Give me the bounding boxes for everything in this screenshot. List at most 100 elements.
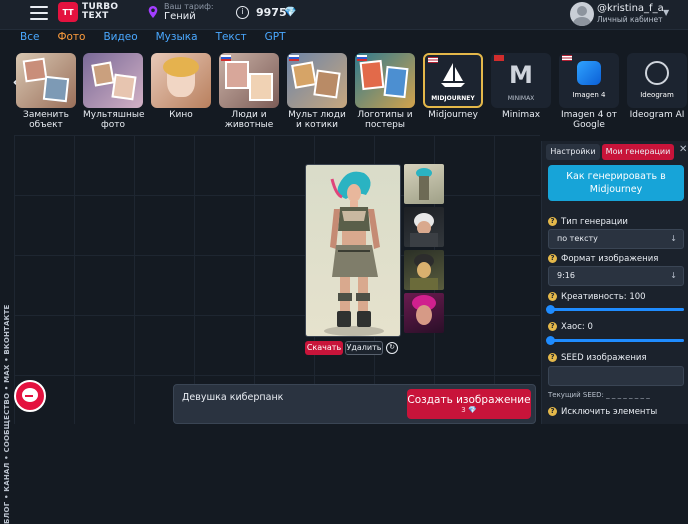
thumbnail (219, 53, 279, 108)
generated-image-main[interactable] (305, 164, 401, 337)
carousel-label: Люди и животные (224, 110, 274, 130)
chaos-label: ? Хаос: 0 (548, 322, 593, 332)
location-pin-icon (148, 6, 158, 18)
username[interactable]: @kristina_f_a (597, 3, 664, 14)
delete-button[interactable]: Удалить (345, 341, 383, 355)
help-icon[interactable]: ? (548, 217, 557, 226)
carousel-label: Мультяшные фото (83, 110, 145, 130)
tab-video[interactable]: Видео (103, 31, 137, 45)
plan-value[interactable]: Гений (164, 11, 196, 22)
thumb-text: MINIMAX (507, 95, 535, 102)
thumbnail (287, 53, 347, 108)
gen-type-select[interactable]: по тексту ↓ (548, 229, 684, 249)
tab-all[interactable]: Все (20, 31, 39, 45)
thumb-text: Ideogram (640, 91, 674, 99)
carousel-label: Заменить объект (23, 110, 69, 130)
help-icon[interactable]: ? (548, 292, 557, 301)
info-icon[interactable]: i (236, 6, 249, 19)
imagen-logo-icon (577, 61, 601, 85)
seed-input[interactable] (548, 366, 684, 386)
carousel-item-cinema[interactable]: Кино (151, 53, 211, 120)
carousel-label: Minimax (501, 110, 541, 120)
carousel-label: Кино (169, 110, 193, 120)
format-select[interactable]: 9:16 ↓ (548, 266, 684, 286)
side-links: БЛОГ • КАНАЛ • СООБЩЕСТВО • MAX • ВКОНТА… (0, 135, 14, 524)
thumbnail: Ideogram (627, 53, 687, 108)
diamond-icon: 💎 (284, 7, 297, 18)
how-to-generate-button[interactable]: Как генерировать в Midjourney (548, 165, 684, 201)
create-image-label: Создать изображение (407, 394, 531, 406)
seed-label: ? SEED изображения (548, 353, 647, 363)
thumb-text: MIDJOURNEY (431, 95, 475, 102)
thumbnail-1[interactable] (404, 164, 444, 204)
download-button[interactable]: Скачать (305, 341, 343, 355)
format-label: ? Формат изображения (548, 254, 658, 264)
vertical-links[interactable]: БЛОГ • КАНАЛ • СООБЩЕСТВО • MAX • ВКОНТА… (3, 274, 11, 524)
thumbnail (16, 53, 76, 108)
thumbnail-2[interactable] (404, 207, 444, 247)
help-icon[interactable]: ? (548, 322, 557, 331)
chat-icon[interactable] (14, 380, 46, 412)
thumbnail-4[interactable] (404, 293, 444, 333)
tab-my-generations[interactable]: Мои генерации (602, 144, 674, 160)
thumbnail (83, 53, 143, 108)
thumbnail (151, 53, 211, 108)
carousel-label: Imagen 4 от Google (560, 110, 618, 130)
carousel-item-imagen[interactable]: Imagen 4 Imagen 4 от Google (559, 53, 619, 130)
arrow-down-icon: ↓ (670, 234, 677, 243)
thumbnail: M MINIMAX (491, 53, 551, 108)
carousel-item-logos[interactable]: Логотипы и постеры (355, 53, 415, 130)
chaos-slider[interactable] (546, 336, 684, 345)
carousel-item-cartoon[interactable]: Мультяшные фото (83, 53, 145, 130)
thumbnail: MIDJOURNEY (423, 53, 483, 108)
menu-icon[interactable] (30, 6, 48, 20)
tab-settings[interactable]: Настройки (546, 144, 600, 160)
tab-text[interactable]: Текст (216, 31, 247, 45)
plan-label: Ваш тариф: (164, 2, 214, 11)
carousel-label: Ideogram AI (629, 110, 685, 120)
carousel-item-minimax[interactable]: M MINIMAX Minimax (491, 53, 551, 120)
create-image-button[interactable]: Создать изображение 3 💎 (407, 389, 531, 419)
prompt-bar: Девушка киберпанк Создать изображение 3 … (173, 384, 536, 424)
carousel-item-cartoon-cats[interactable]: Мульт люди и котики (287, 53, 347, 130)
logo-badge[interactable]: TT (58, 2, 78, 22)
carousel-item-people-animals[interactable]: Люди и животные (219, 53, 279, 130)
avatar[interactable] (570, 2, 594, 26)
cyberpunk-girl-image (324, 171, 384, 336)
diamond-icon: 💎 (467, 406, 477, 414)
carousel-label: Мульт люди и котики (288, 110, 346, 130)
tab-gpt[interactable]: GPT (265, 31, 286, 45)
tab-photo[interactable]: Фото (57, 31, 85, 45)
creativity-label: ? Креативность: 100 (548, 292, 646, 302)
sailboat-icon (441, 63, 465, 87)
model-carousel: ‹ › Заменить объект Мультяшные фото Кино… (0, 50, 688, 132)
workspace-canvas (14, 135, 540, 424)
thumbnail: Imagen 4 (559, 53, 619, 108)
carousel-item-midjourney[interactable]: MIDJOURNEY Midjourney (423, 53, 483, 120)
chevron-down-icon[interactable]: ▼ (663, 8, 669, 17)
close-icon[interactable]: ✕ (679, 144, 687, 155)
settings-panel: Настройки Мои генерации ✕ Как генерирова… (541, 141, 688, 424)
thumbnail (355, 53, 415, 108)
creativity-slider[interactable] (546, 305, 684, 314)
thumb-text: Imagen 4 (572, 91, 606, 99)
carousel-item-ideogram[interactable]: Ideogram Ideogram AI (627, 53, 687, 120)
carousel-label: Midjourney (428, 110, 478, 120)
carousel-label: Логотипы и постеры (357, 110, 413, 130)
ideogram-logo-icon (645, 61, 669, 85)
help-icon[interactable]: ? (548, 254, 557, 263)
help-icon[interactable]: ? (548, 353, 557, 362)
gen-type-label: ? Тип генерации (548, 217, 628, 227)
logo-text[interactable]: TURBO TEXT (82, 3, 118, 21)
carousel-item-replace[interactable]: Заменить объект (16, 53, 76, 130)
thumbnail-3[interactable] (404, 250, 444, 290)
tab-music[interactable]: Музыка (156, 31, 198, 45)
help-icon[interactable]: ? (548, 407, 557, 416)
seed-current: Текущий SEED: _ _ _ _ _ _ _ _ (548, 391, 650, 399)
balance-value: 9975 (256, 6, 287, 19)
prompt-input[interactable]: Девушка киберпанк (182, 392, 283, 403)
arrow-down-icon: ↓ (670, 271, 677, 280)
cost-label: 3 💎 (461, 406, 477, 414)
refresh-icon[interactable]: ↻ (386, 342, 398, 354)
cabinet-link[interactable]: Личный кабинет (597, 15, 663, 24)
